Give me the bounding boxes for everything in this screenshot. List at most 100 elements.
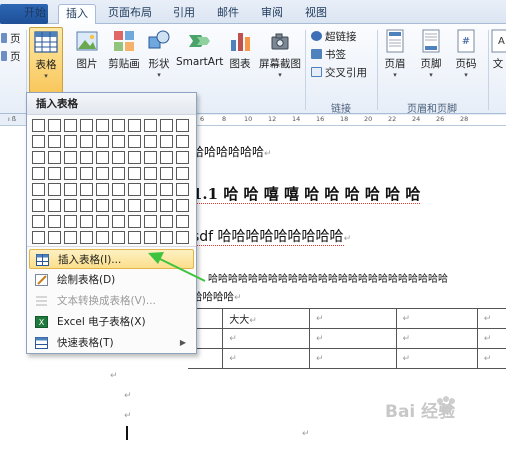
grid-cell[interactable] (64, 167, 77, 180)
table-cell[interactable]: ↵ (222, 328, 311, 349)
cross-reference-button[interactable]: 交叉引用 (311, 66, 367, 81)
grid-cell[interactable] (32, 183, 45, 196)
grid-cell[interactable] (160, 119, 173, 132)
page-number-button[interactable]: # 页码 ▾ (451, 27, 481, 93)
grid-cell[interactable] (96, 135, 109, 148)
grid-cell[interactable] (160, 183, 173, 196)
ribbon-partial-item-1[interactable]: 页 (1, 32, 21, 47)
grid-cell[interactable] (160, 215, 173, 228)
menu-item-draw-table[interactable]: 绘制表格(D) (29, 270, 194, 290)
grid-cell[interactable] (64, 183, 77, 196)
grid-cell[interactable] (64, 215, 77, 228)
grid-cell[interactable] (176, 135, 189, 148)
grid-cell[interactable] (96, 119, 109, 132)
grid-cell[interactable] (112, 151, 125, 164)
tab-references[interactable]: 引用 (168, 4, 200, 24)
grid-cell[interactable] (80, 135, 93, 148)
grid-cell[interactable] (112, 135, 125, 148)
grid-cell[interactable] (80, 215, 93, 228)
tab-review[interactable]: 审阅 (256, 4, 288, 24)
menu-item-quick-tables[interactable]: 快速表格(T) ▶ (29, 333, 194, 353)
grid-cell[interactable] (112, 167, 125, 180)
menu-item-excel-spreadsheet[interactable]: X Excel 电子表格(X) (29, 312, 194, 332)
grid-cell[interactable] (176, 119, 189, 132)
grid-cell[interactable] (80, 151, 93, 164)
grid-cell[interactable] (32, 151, 45, 164)
grid-cell[interactable] (176, 183, 189, 196)
table-cell[interactable]: ↵ (395, 348, 478, 369)
grid-cell[interactable] (32, 199, 45, 212)
grid-cell[interactable] (96, 167, 109, 180)
chart-button[interactable]: 图表 (225, 27, 255, 93)
grid-cell[interactable] (160, 231, 173, 244)
grid-cell[interactable] (96, 199, 109, 212)
grid-cell[interactable] (80, 183, 93, 196)
grid-cell[interactable] (160, 167, 173, 180)
grid-cell[interactable] (128, 151, 141, 164)
grid-cell[interactable] (64, 199, 77, 212)
table-cell[interactable]: ↵ (309, 308, 397, 329)
grid-cell[interactable] (176, 215, 189, 228)
grid-cell[interactable] (80, 167, 93, 180)
grid-cell[interactable] (96, 215, 109, 228)
grid-cell[interactable] (144, 199, 157, 212)
grid-cell[interactable] (128, 119, 141, 132)
table-cell[interactable]: ↵ (309, 328, 397, 349)
grid-cell[interactable] (80, 119, 93, 132)
grid-cell[interactable] (80, 231, 93, 244)
grid-cell[interactable] (128, 135, 141, 148)
ribbon-partial-item-2[interactable]: 页 (1, 50, 21, 65)
table-cell[interactable]: ↵ (395, 328, 478, 349)
grid-cell[interactable] (176, 231, 189, 244)
table-cell[interactable]: ↵ (476, 348, 506, 369)
grid-cell[interactable] (144, 151, 157, 164)
picture-button[interactable]: 图片 (70, 27, 104, 93)
grid-cell[interactable] (112, 199, 125, 212)
grid-cell[interactable] (128, 199, 141, 212)
table-cell[interactable]: ↵ (476, 328, 506, 349)
grid-cell[interactable] (96, 231, 109, 244)
grid-cell[interactable] (48, 215, 61, 228)
grid-cell[interactable] (48, 151, 61, 164)
grid-cell[interactable] (64, 119, 77, 132)
grid-cell[interactable] (80, 199, 93, 212)
grid-cell[interactable] (48, 119, 61, 132)
screenshot-button[interactable]: 屏幕截图 ▾ (257, 27, 303, 93)
footer-button[interactable]: 页脚 ▾ (416, 27, 446, 93)
smartart-button[interactable]: SmartArt (176, 27, 223, 93)
grid-cell[interactable] (144, 135, 157, 148)
table-cell[interactable]: ↵ (395, 308, 478, 329)
grid-cell[interactable] (112, 119, 125, 132)
menu-item-convert-text-to-table[interactable]: 文本转换成表格(V)... (29, 291, 194, 311)
clipart-button[interactable]: 剪贴画 (106, 27, 142, 93)
grid-cell[interactable] (144, 167, 157, 180)
grid-cell[interactable] (160, 151, 173, 164)
tab-home[interactable]: 开始 (20, 4, 50, 24)
grid-cell[interactable] (48, 135, 61, 148)
grid-cell[interactable] (48, 199, 61, 212)
header-button[interactable]: 页眉 ▾ (380, 27, 410, 93)
grid-cell[interactable] (160, 199, 173, 212)
grid-cell[interactable] (128, 167, 141, 180)
table-cell[interactable]: 大大↵ (222, 308, 311, 329)
bookmark-button[interactable]: 书签 (311, 48, 346, 63)
grid-cell[interactable] (144, 119, 157, 132)
grid-cell[interactable] (144, 183, 157, 196)
grid-cell[interactable] (96, 151, 109, 164)
grid-cell[interactable] (112, 215, 125, 228)
grid-cell[interactable] (48, 231, 61, 244)
grid-cell[interactable] (128, 215, 141, 228)
tab-mailings[interactable]: 邮件 (212, 4, 244, 24)
grid-cell[interactable] (128, 231, 141, 244)
grid-cell[interactable] (112, 183, 125, 196)
shapes-button[interactable]: 形状 ▾ (143, 27, 175, 93)
textbox-button-partial[interactable]: A 文 (490, 27, 506, 93)
grid-cell[interactable] (160, 135, 173, 148)
grid-cell[interactable] (96, 183, 109, 196)
tab-insert[interactable]: 插入 (58, 4, 96, 24)
grid-cell[interactable] (32, 119, 45, 132)
tab-page-layout[interactable]: 页面布局 (104, 4, 156, 24)
table-cell[interactable]: ↵ (309, 348, 397, 369)
table-cell[interactable]: ↵ (222, 348, 311, 369)
grid-cell[interactable] (32, 215, 45, 228)
